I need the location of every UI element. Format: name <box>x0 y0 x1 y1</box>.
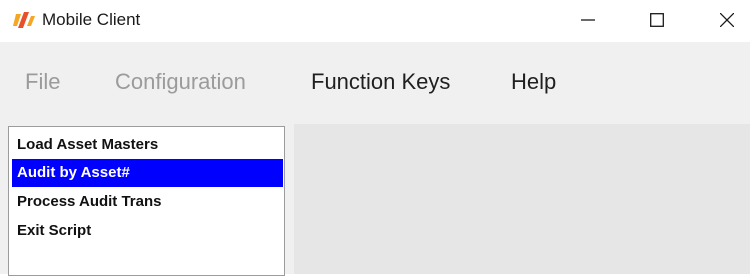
list-item-exit-script[interactable]: Exit Script <box>12 217 283 245</box>
minimize-button[interactable] <box>565 0 611 40</box>
menu-help[interactable]: Help <box>511 68 556 96</box>
menu-file[interactable]: File <box>25 68 60 96</box>
minimize-icon <box>581 19 595 21</box>
close-button[interactable] <box>704 0 750 40</box>
window-title: Mobile Client <box>42 10 141 29</box>
list-item-process-audit-trans[interactable]: Process Audit Trans <box>12 188 283 216</box>
menu-function-keys[interactable]: Function Keys <box>311 68 450 96</box>
close-icon <box>720 13 734 27</box>
app-logo-icon <box>13 12 35 28</box>
right-pane <box>294 124 750 274</box>
title-bar: Mobile Client <box>0 0 750 42</box>
list-item-audit-by-asset[interactable]: Audit by Asset# <box>12 159 283 187</box>
list-item-load-asset-masters[interactable]: Load Asset Masters <box>12 131 283 159</box>
menu-bar: File Configuration Function Keys Help <box>0 42 750 124</box>
maximize-icon <box>650 13 664 27</box>
script-list[interactable]: Load Asset Masters Audit by Asset# Proce… <box>8 126 285 276</box>
maximize-button[interactable] <box>634 0 680 40</box>
menu-configuration[interactable]: Configuration <box>115 68 246 96</box>
